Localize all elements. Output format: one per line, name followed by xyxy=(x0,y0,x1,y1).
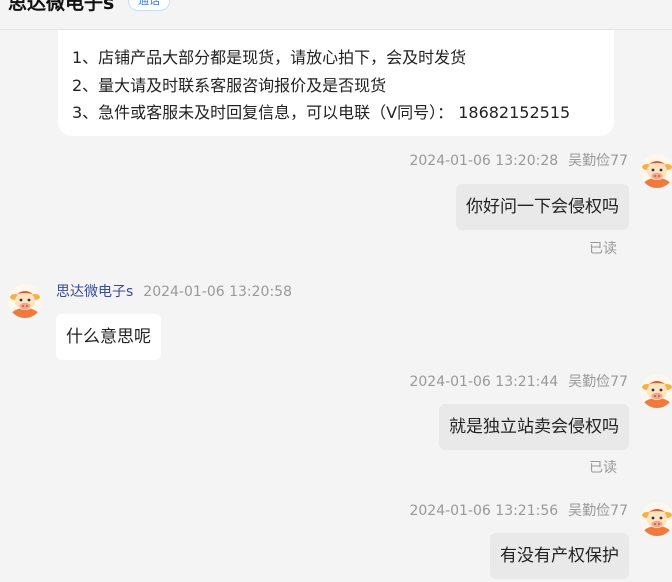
shop-notice-card: 1、店铺产品大部分都是现货，请放心拍下，会及时发货 2、量大请及时联系客服咨询报… xyxy=(58,30,614,136)
message-time: 2024-01-06 13:20:28 xyxy=(409,153,559,169)
sender-name[interactable]: 吴勤俭77 xyxy=(568,153,628,169)
user-avatar-icon[interactable] xyxy=(640,502,672,536)
user-avatar-icon[interactable] xyxy=(640,374,672,408)
sender-name[interactable]: 吴勤俭77 xyxy=(568,503,628,519)
message-bubble[interactable]: 有没有产权保护 xyxy=(490,533,629,579)
message-time: 2024-01-06 13:21:56 xyxy=(409,503,559,519)
sender-name[interactable]: 吴勤俭77 xyxy=(568,374,628,390)
message-bubble[interactable]: 你好问一下会侵权吗 xyxy=(456,184,629,230)
chat-title: 思达微电子s xyxy=(8,0,115,14)
message-bubble[interactable]: 什么意思呢 xyxy=(56,314,161,360)
message-meta: 2024-01-06 13:21:56 吴勤俭77 xyxy=(409,502,628,520)
header-badge[interactable]: 通话 xyxy=(128,0,170,11)
chat-header: 思达微电子s 通话 xyxy=(0,0,672,30)
message-bubble[interactable]: 就是独立站卖会侵权吗 xyxy=(439,404,629,450)
notice-line: 2、量大请及时联系客服咨询报价及是否现货 xyxy=(72,75,387,95)
notice-line: 3、急件或客服未及时回复信息，可以电联（V同号）： 18682152515 xyxy=(72,103,571,122)
notice-line: 1、店铺产品大部分都是现货，请放心拍下，会及时发货 xyxy=(72,48,467,67)
message-meta: 思达微电子s 2024-01-06 13:20:58 xyxy=(56,283,292,301)
shop-avatar-icon[interactable] xyxy=(8,284,42,318)
message-time: 2024-01-06 13:21:44 xyxy=(409,374,559,390)
message-meta: 2024-01-06 13:20:28 吴勤俭77 xyxy=(409,152,628,170)
message-meta: 2024-01-06 13:21:44 吴勤俭77 xyxy=(409,373,628,391)
read-status: 已读 xyxy=(589,460,617,476)
message-time: 2024-01-06 13:20:58 xyxy=(143,284,292,300)
user-avatar-icon[interactable] xyxy=(640,154,672,188)
read-status: 已读 xyxy=(589,241,617,257)
sender-name[interactable]: 思达微电子s xyxy=(56,284,133,300)
